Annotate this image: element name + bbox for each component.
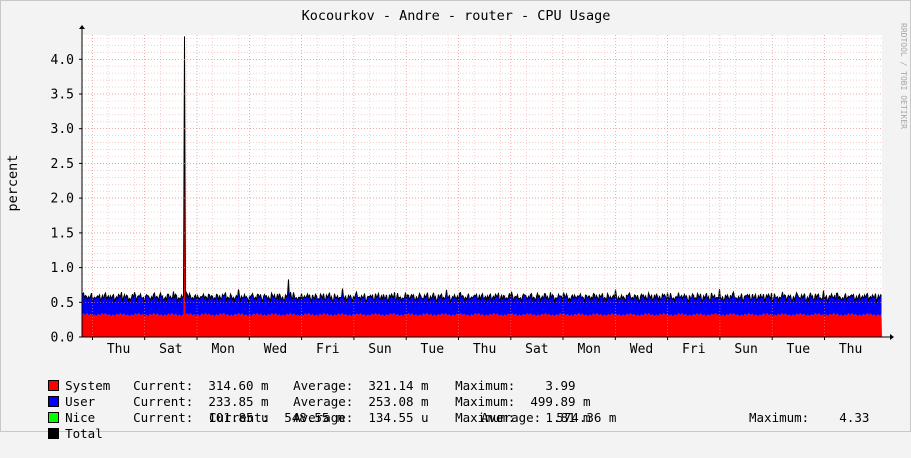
y-tick-label: 0.5 xyxy=(51,296,74,311)
y-tick-label: 4.0 xyxy=(51,53,74,68)
total-current: Current: 548.55 m xyxy=(209,410,345,425)
x-tick-label: Wed xyxy=(264,342,287,357)
x-tick-label: Wed xyxy=(630,342,653,357)
x-tick-label: Fri xyxy=(682,342,705,357)
y-axis-arrow-icon xyxy=(79,25,85,29)
total-average: Average: 574.36 m xyxy=(481,410,617,425)
x-tick-label: Sun xyxy=(734,342,757,357)
x-tick-label: Sun xyxy=(368,342,391,357)
y-tick-label: 3.5 xyxy=(51,88,74,103)
legend-row-total: Total xyxy=(18,410,103,458)
y-tick-label: 1.0 xyxy=(51,261,74,276)
x-tick-label: Tue xyxy=(421,342,445,357)
y-tick-label: 0.0 xyxy=(51,331,74,346)
x-tick-label: Mon xyxy=(577,342,600,357)
x-tick-label: Sat xyxy=(525,342,548,357)
x-tick-label: Fri xyxy=(316,342,339,357)
total-swatch-icon xyxy=(48,428,60,439)
x-tick-label: Mon xyxy=(211,342,234,357)
y-axis-label: percent xyxy=(5,155,21,212)
total-maximum: Maximum: 4.33 xyxy=(749,410,870,425)
x-tick-label: Tue xyxy=(787,342,811,357)
x-tick-label: Thu xyxy=(839,342,862,357)
x-tick-label: Thu xyxy=(473,342,496,357)
y-tick-label: 3.0 xyxy=(51,122,74,137)
watermark: RRDTOOL / TOBI OETIKER xyxy=(899,23,908,129)
chart-title: Kocourkov - Andre - router - CPU Usage xyxy=(302,8,611,24)
x-axis-arrow-icon xyxy=(890,334,894,340)
chart-frame: 0.0 0.5 1.0 1.5 2.0 2.5 3.0 3.5 4.0 Thu Sat Mon Wed F… xyxy=(0,0,911,441)
y-tick-label: 1.5 xyxy=(51,226,74,241)
y-tick-label: 2.5 xyxy=(51,157,74,172)
y-tick-label: 2.0 xyxy=(51,192,74,207)
legend-label-total: Total xyxy=(65,426,103,441)
x-tick-label: Thu xyxy=(107,342,130,357)
x-tick-label: Sat xyxy=(159,342,182,357)
